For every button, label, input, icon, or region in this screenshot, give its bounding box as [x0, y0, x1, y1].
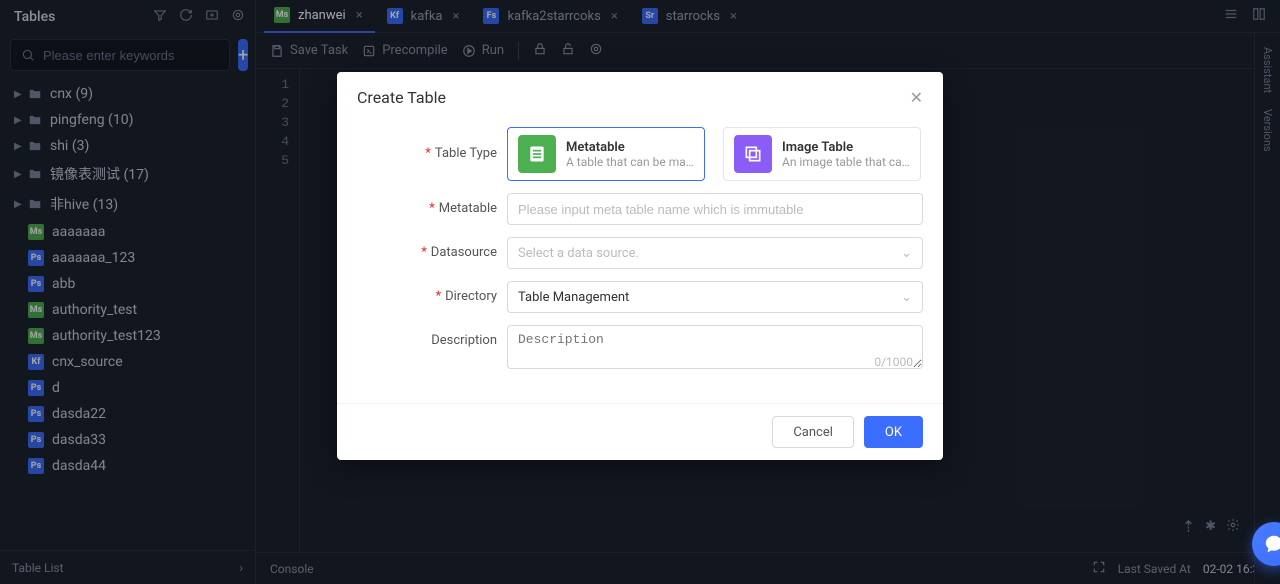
type-card-image-table[interactable]: Image Table An image table that can be u	[723, 127, 921, 181]
select-placeholder: Select a data source.	[518, 246, 639, 261]
ok-button[interactable]: OK	[864, 416, 923, 448]
create-table-modal: Create Table ✕ *Table Type Metatable	[337, 72, 943, 460]
label-metatable: Metatable	[439, 201, 497, 216]
type-subtitle: A table that can be managed	[566, 155, 694, 169]
metatable-name-input[interactable]	[507, 193, 923, 225]
label-directory: Directory	[445, 289, 497, 304]
close-icon[interactable]: ✕	[910, 88, 923, 107]
datasource-select[interactable]: Select a data source. ⌄	[507, 237, 923, 269]
metatable-icon	[518, 135, 556, 173]
image-table-icon	[734, 135, 772, 173]
select-value: Table Management	[518, 290, 629, 305]
type-card-metatable[interactable]: Metatable A table that can be managed	[507, 127, 705, 181]
type-subtitle: An image table that can be u	[782, 155, 910, 169]
cancel-button[interactable]: Cancel	[772, 416, 854, 448]
label-datasource: Datasource	[431, 245, 497, 260]
modal-backdrop: Create Table ✕ *Table Type Metatable	[0, 0, 1280, 584]
type-title: Metatable	[566, 140, 694, 155]
type-title: Image Table	[782, 140, 910, 155]
chevron-down-icon: ⌄	[901, 246, 912, 261]
label-description: Description	[431, 333, 497, 348]
description-textarea[interactable]	[507, 325, 923, 369]
modal-title: Create Table	[357, 88, 446, 107]
label-table-type: Table Type	[435, 146, 497, 161]
directory-select[interactable]: Table Management ⌄	[507, 281, 923, 313]
char-count: 0/1000	[874, 355, 913, 369]
chevron-down-icon: ⌄	[901, 290, 912, 305]
